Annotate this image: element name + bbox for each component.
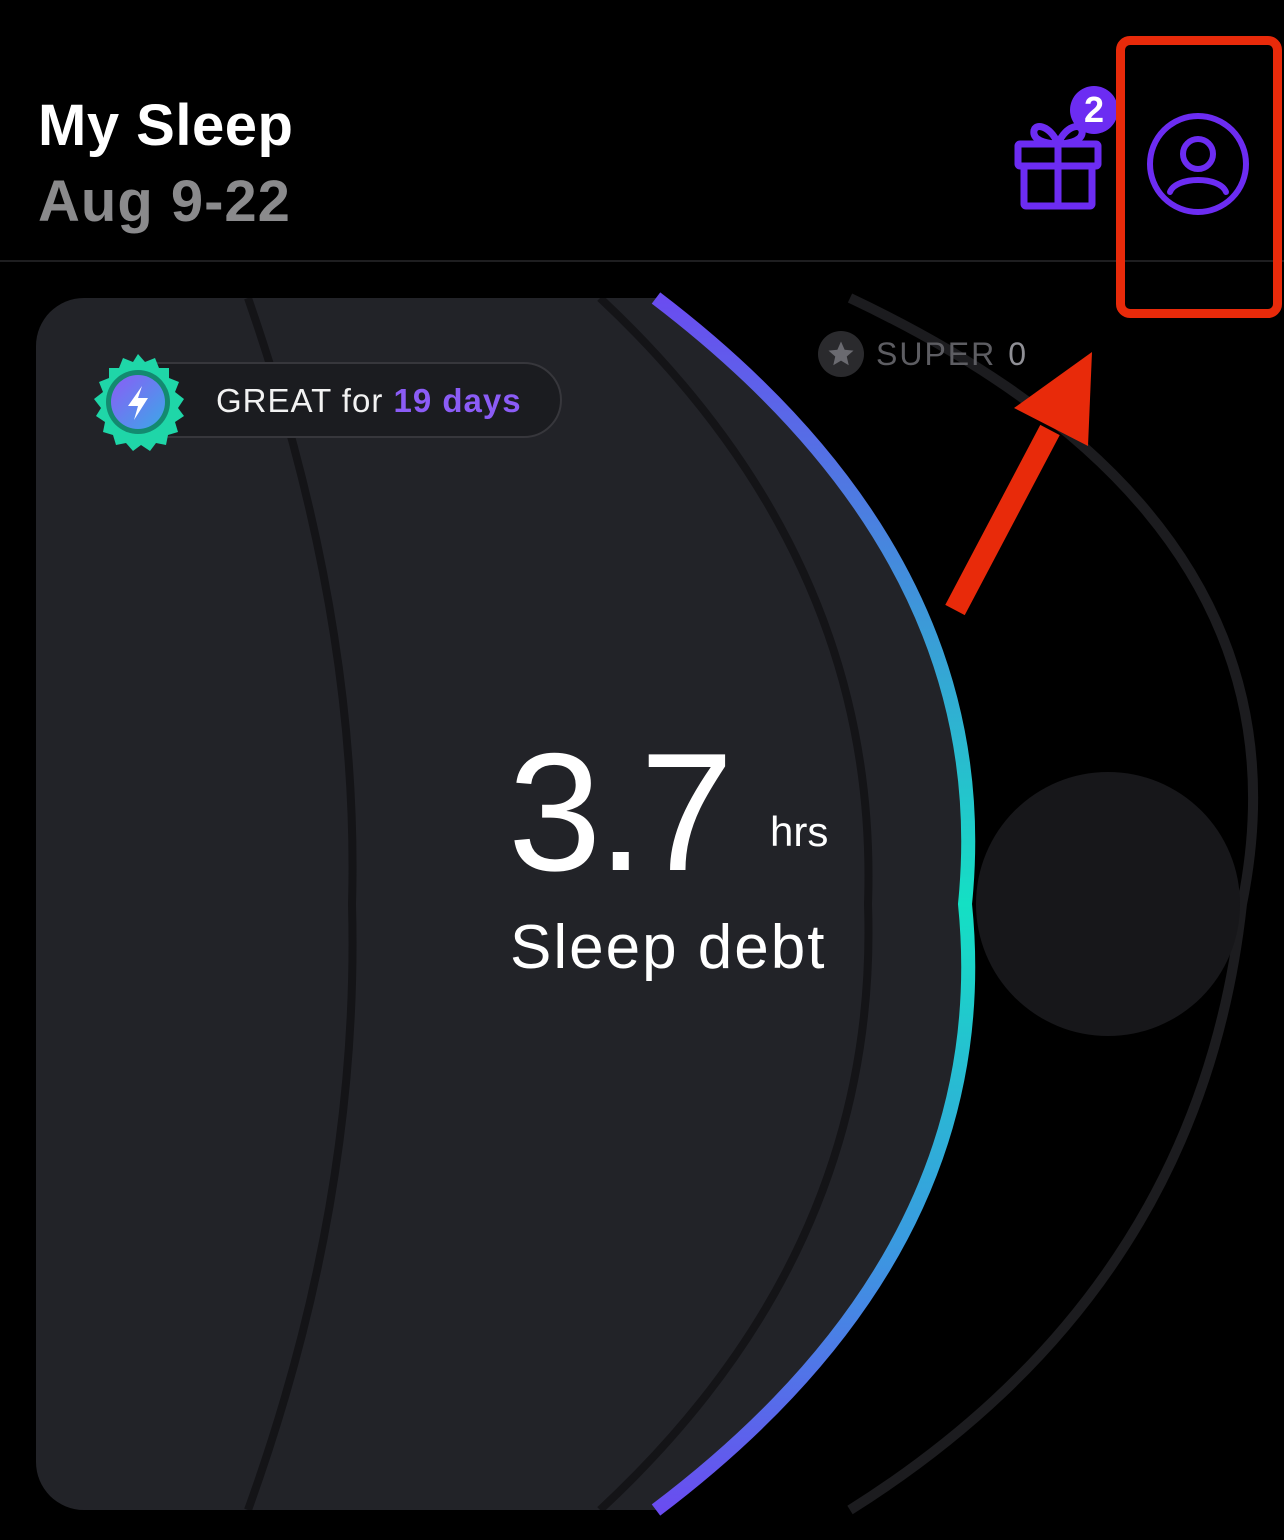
sleep-debt-label: Sleep debt [510, 913, 827, 982]
sleep-card [36, 298, 969, 1510]
super-count: 0 [1008, 335, 1029, 372]
super-counter: SUPER 0 [818, 330, 1028, 378]
annotation-arrow [945, 352, 1092, 616]
streak-text: GREAT for 19 days [216, 382, 522, 420]
star-icon [818, 331, 864, 377]
sleep-debt-value: 3.7 [508, 718, 734, 906]
highlight-box [1116, 36, 1282, 318]
moon-circle [976, 772, 1240, 1036]
super-label: SUPER [876, 335, 997, 372]
streak-prefix: GREAT for [216, 382, 384, 419]
streak-days: 19 days [393, 382, 522, 419]
sleep-debt-unit: hrs [770, 808, 829, 855]
lightning-badge-icon [94, 354, 184, 451]
